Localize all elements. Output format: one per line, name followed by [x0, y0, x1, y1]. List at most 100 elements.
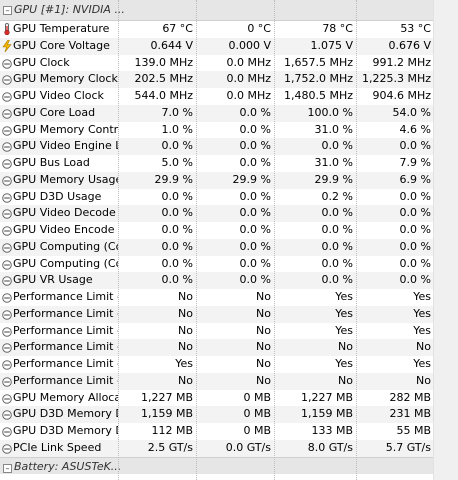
average-value: 7.9 %: [399, 156, 431, 169]
sensor-row[interactable]: Performance Limit - ... Yes No Yes Yes: [0, 356, 458, 373]
current-value: No: [178, 290, 193, 303]
average-value: Yes: [413, 290, 431, 303]
collapse-toggle-icon[interactable]: –: [3, 6, 12, 15]
sensor-row[interactable]: GPU Memory Clock 202.5 MHz 0.0 MHz 1,752.0 …: [0, 71, 458, 88]
maximum-value: 1,657.5 MHz: [283, 55, 353, 69]
current-value: Yes: [175, 357, 193, 370]
sensor-row[interactable]: GPU Temperature 67 °C 0 °C 78 °C 53 °C: [0, 21, 458, 38]
minimum-value: 29.9 %: [232, 172, 271, 186]
current-value: 1.0 %: [161, 122, 193, 136]
current-value: 7.0 %: [161, 105, 193, 119]
sensor-row[interactable]: GPU Video Engine L... 0.0 % 0.0 % 0.0 % 0.0 …: [0, 138, 458, 155]
sensor-row[interactable]: GPU Computing (Co... 0.0 % 0.0 % 0.0 % 0.0 %: [0, 256, 458, 273]
sensor-row[interactable]: Performance Limit - ... No No Yes Yes: [0, 289, 458, 306]
sensor-label: GPU Memory Contr...: [13, 122, 118, 136]
maximum-value: 1,480.5 MHz: [283, 89, 353, 102]
maximum-value: 1,227 MB: [300, 390, 353, 404]
group-title: Battery: ASUSTeK...: [14, 459, 122, 473]
minimum-value: 0.0 %: [239, 189, 271, 203]
sensor-name-cell: GPU Memory Contr...: [0, 122, 118, 139]
collapse-toggle-icon[interactable]: –: [3, 463, 12, 473]
average-value: No: [416, 373, 431, 387]
gauge-icon: [2, 225, 12, 236]
average-value: 4.6 %: [399, 122, 431, 136]
sensor-row[interactable]: Performance Limit - ... No No Yes Yes: [0, 305, 458, 323]
minimum-value: 0 MB: [243, 424, 271, 437]
column-separator: [274, 0, 276, 480]
maximum-value: No: [338, 373, 353, 387]
average-value: 55 MB: [396, 424, 431, 437]
sensor-name-cell: GPU Temperature: [0, 21, 118, 38]
sensor-name-cell: GPU Video Decode ...: [0, 205, 118, 222]
sensor-name-cell: GPU D3D Memory D...: [0, 406, 118, 423]
group-header-gpu[interactable]: – GPU [#1]: NVIDIA ...: [0, 0, 458, 21]
maximum-value: Yes: [335, 290, 353, 303]
maximum-value: 0.0 %: [321, 223, 353, 236]
gauge-icon: [2, 208, 12, 220]
sensor-label: GPU Bus Load: [13, 156, 90, 169]
group-header-battery[interactable]: – Battery: ASUSTeK...: [0, 456, 458, 474]
minimum-value: No: [256, 290, 271, 303]
gauge-icon: [2, 409, 12, 421]
sensor-name-cell: GPU Core Load: [0, 105, 118, 122]
maximum-value: Yes: [335, 357, 353, 370]
sensor-row[interactable]: GPU D3D Memory D... 1,159 MB 0 MB 1,159 MB 2…: [0, 406, 458, 423]
lightning-bolt-icon: [2, 39, 12, 52]
average-value: 904.6 MHz: [372, 89, 431, 102]
sensor-label: Performance Limit - ...: [13, 290, 118, 303]
minimum-value: 0 °C: [247, 22, 271, 35]
current-value: 0.0 %: [161, 189, 193, 203]
sensor-row[interactable]: Performance Limit - ... No No Yes Yes: [0, 323, 458, 340]
minimum-value: 0.000 V: [228, 38, 271, 52]
current-value: 0.0 %: [161, 273, 193, 287]
average-value: Yes: [413, 323, 431, 337]
sensor-row[interactable]: GPU Video Decode ... 0.0 % 0.0 % 0.0 % 0.0 %: [0, 205, 458, 222]
column-separator: [356, 0, 358, 480]
sensor-name-cell: Performance Limit - ...: [0, 323, 118, 340]
current-value: 139.0 MHz: [134, 55, 193, 69]
maximum-value: Yes: [335, 323, 353, 337]
sensor-row[interactable]: PCIe Link Speed 2.5 GT/s 0.0 GT/s 8.0 GT/s 5…: [0, 439, 458, 457]
current-value: 1,227 MB: [140, 390, 193, 404]
sensor-row[interactable]: GPU Clock 139.0 MHz 0.0 MHz 1,657.5 MHz 991.…: [0, 55, 458, 72]
sensor-label: GPU Video Engine L...: [13, 139, 118, 153]
average-value: 0.0 %: [399, 256, 431, 270]
sensor-row[interactable]: GPU Core Load 7.0 % 0.0 % 100.0 % 54.0 %: [0, 104, 458, 122]
sensor-row[interactable]: GPU Memory Alloca... 1,227 MB 0 MB 1,227 MB…: [0, 390, 458, 407]
sensor-row[interactable]: GPU Video Clock 544.0 MHz 0.0 MHz 1,480.5 M…: [0, 88, 458, 105]
minimum-value: 0.0 MHz: [226, 72, 271, 86]
sensor-row[interactable]: GPU Computing (Co... 0.0 % 0.0 % 0.0 % 0.0 %: [0, 238, 458, 256]
average-value: 6.9 %: [399, 172, 431, 186]
average-value: Yes: [413, 306, 431, 320]
sensor-name-cell: Performance Limit - ...: [0, 289, 118, 306]
sensor-label: GPU Core Voltage: [13, 38, 110, 52]
sensor-row[interactable]: GPU Memory Contr... 1.0 % 0.0 % 31.0 % 4.6 %: [0, 122, 458, 139]
minimum-value: No: [256, 306, 271, 320]
sensor-row[interactable]: GPU Memory Usage 29.9 % 29.9 % 29.9 % 6.9 %: [0, 171, 458, 189]
maximum-value: No: [338, 340, 353, 354]
sensor-name-cell: Performance Limit - ...: [0, 306, 118, 323]
sensor-label: GPU Memory Clock: [13, 72, 118, 86]
vertical-scrollbar[interactable]: [433, 0, 458, 480]
current-value: 1,159 MB: [140, 407, 193, 421]
maximum-value: 1,752.0 MHz: [283, 72, 353, 86]
sensor-row[interactable]: GPU Video Encode ... 0.0 % 0.0 % 0.0 % 0.0 %: [0, 222, 458, 239]
sensor-row[interactable]: Performance Limit - ... No No No No: [0, 372, 458, 390]
sensor-row[interactable]: GPU Core Voltage 0.644 V 0.000 V 1.075 V 0.6…: [0, 37, 458, 55]
maximum-value: 0.0 %: [321, 273, 353, 287]
maximum-value: 78 °C: [322, 22, 353, 35]
sensor-name-cell: Performance Limit - ...: [0, 373, 118, 390]
maximum-value: 0.2 %: [321, 189, 353, 203]
sensor-row[interactable]: GPU D3D Memory D... 112 MB 0 MB 133 MB 55 MB: [0, 423, 458, 440]
sensor-row[interactable]: GPU VR Usage 0.0 % 0.0 % 0.0 % 0.0 %: [0, 272, 458, 289]
sensor-row[interactable]: Performance Limit - ... No No No No: [0, 339, 458, 356]
sensor-name-cell: Performance Limit - ...: [0, 339, 118, 356]
column-separator: [196, 0, 198, 480]
minimum-value: 0.0 %: [239, 273, 271, 287]
average-value: 5.7 GT/s: [385, 440, 431, 454]
sensor-row[interactable]: GPU Bus Load 5.0 % 0.0 % 31.0 % 7.9 %: [0, 155, 458, 172]
sensor-label: GPU Video Decode ...: [13, 206, 118, 220]
gauge-icon: [2, 426, 12, 437]
sensor-label: GPU VR Usage: [13, 273, 93, 287]
sensor-row[interactable]: GPU D3D Usage 0.0 % 0.0 % 0.2 % 0.0 %: [0, 189, 458, 206]
